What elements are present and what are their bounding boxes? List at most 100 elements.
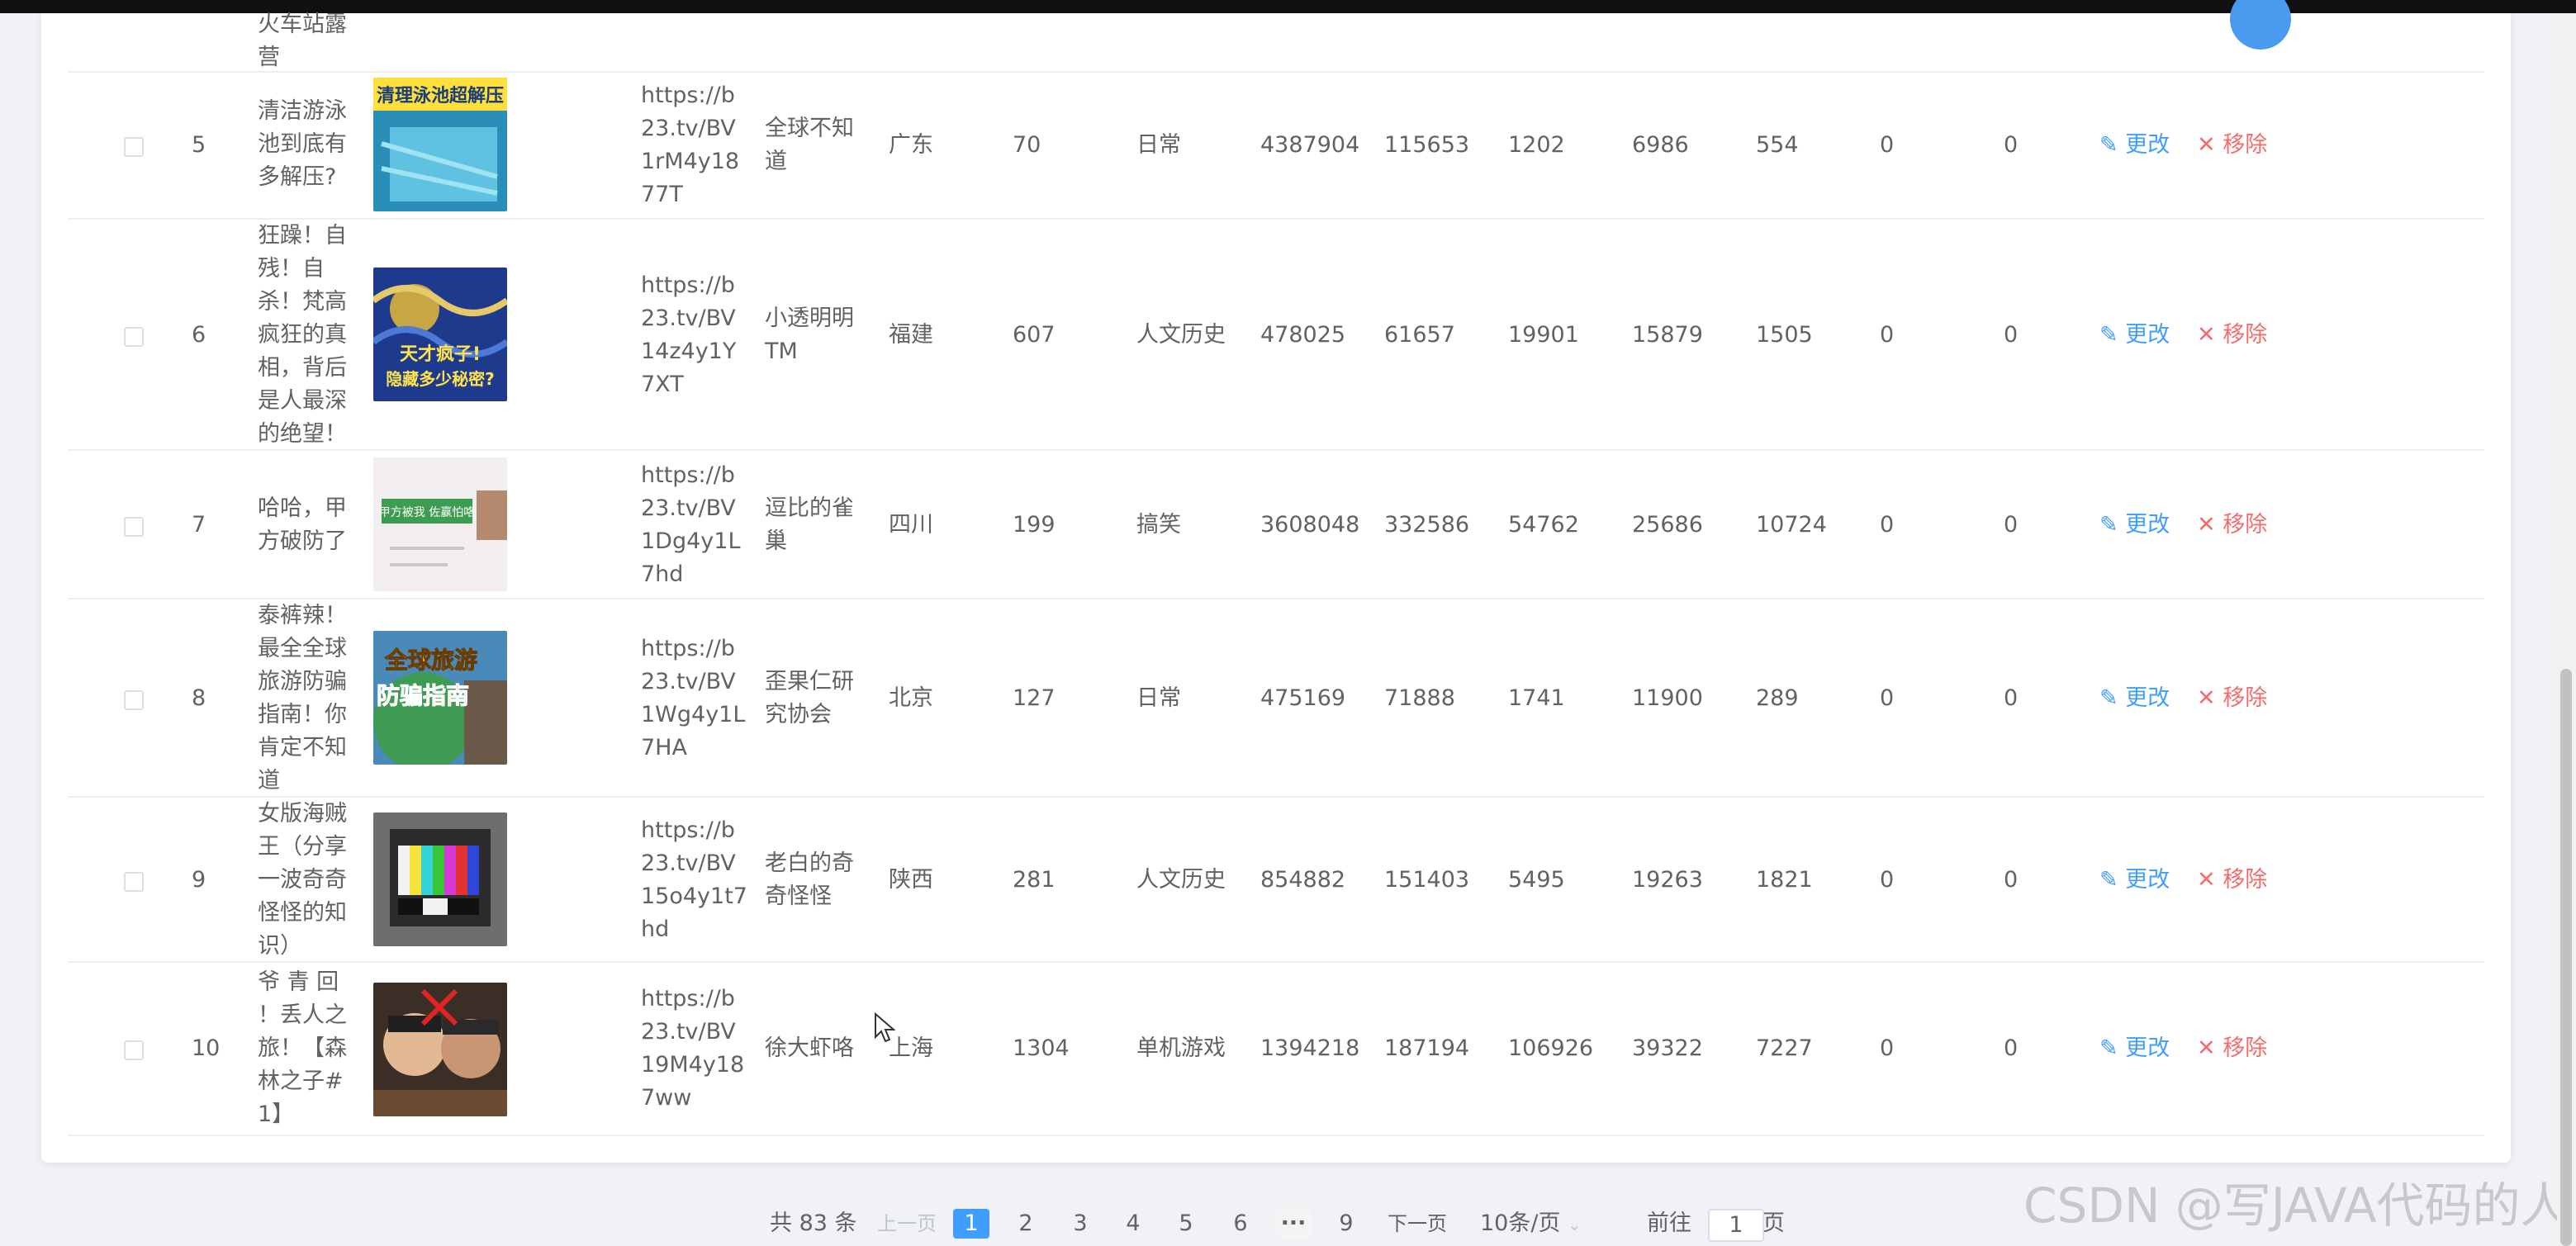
thumb-caption: 全球旅游: [384, 647, 477, 674]
title-line: 狂躁！自: [258, 223, 347, 249]
coins-cell: 1741: [1508, 685, 1565, 711]
page-4-button[interactable]: 4: [1115, 1209, 1151, 1239]
delete-button[interactable]: ✕ 移除: [2197, 682, 2267, 715]
num-cell: 70: [1013, 132, 1041, 158]
page-5-button[interactable]: 5: [1168, 1209, 1204, 1239]
more-pages-button[interactable]: ···: [1275, 1209, 1312, 1239]
author-line: 逗比的雀: [765, 495, 854, 521]
next-page-button[interactable]: 下一页: [1388, 1207, 1447, 1240]
shares-cell: 1821: [1756, 867, 1813, 893]
likes-cell: 71888: [1384, 685, 1455, 711]
coins-cell: 5495: [1508, 867, 1565, 893]
author-cell: 逗比的雀 巢: [765, 492, 864, 558]
wrench-icon: ✎: [2099, 132, 2126, 158]
favs-cell: 39322: [1632, 1035, 1703, 1061]
video-thumbnail[interactable]: [373, 983, 507, 1116]
page-1-button[interactable]: 1: [953, 1209, 989, 1239]
edit-button[interactable]: ✎ 更改: [2099, 864, 2170, 897]
row-index: 6: [192, 322, 206, 348]
title-line: ！丢人之: [258, 1002, 347, 1028]
delete-button[interactable]: ✕ 移除: [2197, 319, 2267, 352]
edit-label: 更改: [2125, 322, 2170, 348]
table-row: 10 爷 青 回 ！丢人之 旅！【森 林之子# 1】 https://b 23.…: [68, 963, 2484, 1136]
url-cell[interactable]: https://b 23.tv/BV 1rM4y18 77T: [641, 79, 748, 211]
video-thumbnail[interactable]: [373, 813, 507, 946]
row-index: 10: [192, 1035, 221, 1061]
edit-button[interactable]: ✎ 更改: [2099, 129, 2170, 162]
url-line: 23.tv/BV: [641, 669, 736, 694]
row-checkbox[interactable]: [124, 872, 144, 892]
title-line: 多解压?: [258, 164, 337, 190]
views-cell: 4387904: [1260, 132, 1360, 158]
edit-button[interactable]: ✎ 更改: [2099, 682, 2170, 715]
author-line: 全球不知: [765, 116, 854, 141]
province-cell: 福建: [889, 322, 933, 348]
url-line: 1rM4y18: [641, 149, 740, 174]
table-row: 7 哈哈，甲 方破防了 甲方被我 佐赢怕咯 https://b 23.tv/BV…: [68, 451, 2484, 599]
title-cell[interactable]: 狂躁！自 残！自 杀！梵高 疯狂的真 相，背后 是人最深 的绝望！: [258, 220, 357, 451]
url-cell[interactable]: https://b 23.tv/BV 1Wg4y1L 7HA: [641, 632, 748, 765]
video-thumbnail[interactable]: 甲方被我 佐赢怕咯: [373, 457, 507, 591]
title-line: 杀！梵高: [258, 289, 347, 315]
row-checkbox[interactable]: [124, 517, 144, 537]
coins-cell: 19901: [1508, 322, 1579, 348]
title-line: 指南！你: [258, 702, 347, 727]
author-cell: 小透明明 TM: [765, 302, 864, 368]
video-thumbnail[interactable]: 全球旅游 防骗指南: [373, 631, 507, 765]
url-line: 77T: [641, 182, 683, 207]
coins-cell: 1202: [1508, 132, 1565, 158]
category-cell: 人文历史: [1136, 322, 1226, 348]
table-row: 9 女版海贼 王（分享 一波奇奇 怪怪的知 识） https://b 23.tv…: [68, 798, 2484, 963]
goto-suffix: 页: [1762, 1210, 1785, 1236]
delete-button[interactable]: ✕ 移除: [2197, 509, 2267, 542]
title-cell[interactable]: 哈哈，甲 方破防了: [258, 492, 357, 558]
title-cell: 火车站露 营: [258, 8, 357, 74]
url-line: 7XT: [641, 372, 684, 397]
title-cell[interactable]: 清洁游泳 池到底有 多解压?: [258, 95, 357, 194]
shares-cell: 7227: [1756, 1035, 1813, 1061]
row-checkbox[interactable]: [124, 1040, 144, 1060]
page-size-select[interactable]: 10条/页 ⌄: [1480, 1207, 1582, 1240]
author-line: 究协会: [765, 702, 832, 727]
zero-cell: 0: [1880, 132, 1895, 158]
edit-label: 更改: [2125, 685, 2170, 711]
edit-button[interactable]: ✎ 更改: [2099, 1032, 2170, 1065]
page-9-button[interactable]: 9: [1328, 1209, 1364, 1239]
page-3-button[interactable]: 3: [1062, 1209, 1098, 1239]
page-6-button[interactable]: 6: [1222, 1209, 1259, 1239]
shares-cell: 1505: [1756, 322, 1813, 348]
row-checkbox[interactable]: [124, 137, 144, 157]
page-2-button[interactable]: 2: [1008, 1209, 1044, 1239]
title-line: 怪怪的知: [258, 900, 347, 926]
title-line: 火车站露: [258, 12, 347, 37]
delete-button[interactable]: ✕ 移除: [2197, 864, 2267, 897]
edit-button[interactable]: ✎ 更改: [2099, 509, 2170, 542]
goto-page-input[interactable]: 1: [1708, 1209, 1764, 1242]
zero-cell: 0: [1880, 867, 1895, 893]
close-icon: ✕: [2197, 685, 2223, 711]
url-cell[interactable]: https://b 23.tv/BV 19M4y18 7ww: [641, 983, 748, 1115]
url-cell[interactable]: https://b 23.tv/BV 14z4y1Y 7XT: [641, 269, 748, 401]
delete-button[interactable]: ✕ 移除: [2197, 1032, 2267, 1065]
edit-button[interactable]: ✎ 更改: [2099, 319, 2170, 352]
delete-button[interactable]: ✕ 移除: [2197, 129, 2267, 162]
url-cell[interactable]: https://b 23.tv/BV 1Dg4y1L 7hd: [641, 459, 748, 591]
favs-cell: 6986: [1632, 132, 1689, 158]
delete-label: 移除: [2223, 685, 2268, 711]
likes-cell: 151403: [1384, 867, 1470, 893]
category-cell: 人文历史: [1136, 867, 1226, 893]
row-checkbox[interactable]: [124, 690, 144, 710]
title-cell[interactable]: 女版海贼 王（分享 一波奇奇 怪怪的知 识）: [258, 798, 357, 963]
scrollbar-thumb[interactable]: [2560, 669, 2572, 1246]
title-line: 一波奇奇: [258, 867, 347, 893]
thumb-caption: 甲方被我 佐赢怕咯: [379, 505, 475, 519]
title-cell[interactable]: 泰裤辣！ 最全全球 旅游防骗 指南！你 肯定不知 道: [258, 599, 357, 798]
favs-cell: 19263: [1632, 867, 1703, 893]
prev-page-button[interactable]: 上一页: [877, 1207, 937, 1240]
province-cell: 四川: [889, 512, 933, 538]
row-checkbox[interactable]: [124, 327, 144, 347]
video-thumbnail[interactable]: 天才疯子! 隐藏多少秘密?: [373, 268, 507, 401]
video-thumbnail[interactable]: 清理泳池超解压: [373, 78, 507, 211]
title-cell[interactable]: 爷 青 回 ！丢人之 旅！【森 林之子# 1】: [258, 966, 357, 1131]
url-cell[interactable]: https://b 23.tv/BV 15o4y1t7 hd: [641, 814, 748, 946]
